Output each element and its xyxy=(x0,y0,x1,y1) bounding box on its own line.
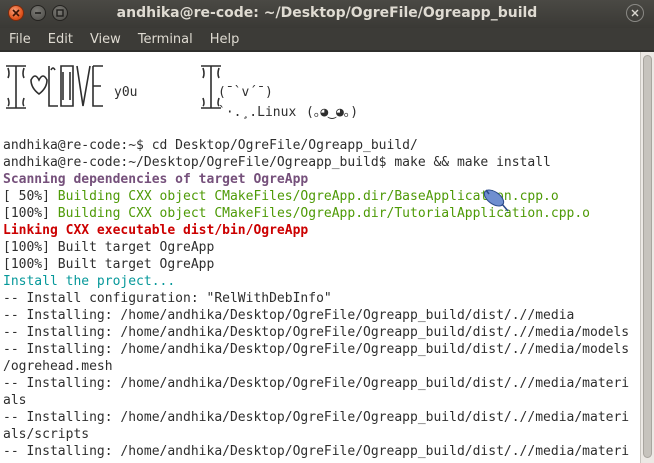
terminal-line: -- Installing: /home/andhika/Desktop/Ogr… xyxy=(3,342,630,357)
menu-edit[interactable]: Edit xyxy=(40,32,81,47)
terminal-line: Linking CXX executable dist/bin/OgreApp xyxy=(3,223,309,238)
menu-terminal[interactable]: Terminal xyxy=(130,32,201,47)
terminal-output[interactable]: y0u (¯`v´¯) `·.¸.Linux (｡◕‿◕｡) andhika@r… xyxy=(0,52,640,463)
progress-prefix: [100%] xyxy=(3,206,58,221)
terminal-line: -- Installing: /home/andhika/Desktop/Ogr… xyxy=(3,325,630,340)
banner-smiley: (｡◕‿◕｡) xyxy=(306,105,359,120)
scrollbar-thumb[interactable] xyxy=(643,55,652,458)
window-title: andhika@re-code: ~/Desktop/OgreFile/Ogre… xyxy=(116,5,538,21)
terminal-line: -- Installing: /home/andhika/Desktop/Ogr… xyxy=(3,308,575,323)
terminal-line: -- Installing: /home/andhika/Desktop/Ogr… xyxy=(3,444,630,459)
terminal-line: -- Installing: /home/andhika/Desktop/Ogr… xyxy=(3,410,630,425)
terminal-line: [ 50%] Building CXX object CMakeFiles/Og… xyxy=(3,188,559,205)
terminal-line: -- Install configuration: "RelWithDebInf… xyxy=(3,291,332,306)
title-bar[interactable]: andhika@re-code: ~/Desktop/OgreFile/Ogre… xyxy=(0,0,654,28)
terminal-line: -- Installing: /home/andhika/Desktop/Ogr… xyxy=(3,376,630,391)
banner-linux: `·.¸.Linux xyxy=(218,105,297,120)
terminal-line: Scanning dependencies of target OgreApp xyxy=(3,172,309,187)
terminal-line: [100%] Built target OgreApp xyxy=(3,240,215,255)
menu-help[interactable]: Help xyxy=(202,32,248,47)
vertical-scrollbar[interactable] xyxy=(640,52,654,463)
banner-you: y0u xyxy=(114,85,138,100)
menu-file[interactable]: File xyxy=(1,32,39,47)
menu-view[interactable]: View xyxy=(82,32,129,47)
menu-bar: File Edit View Terminal Help xyxy=(0,28,654,50)
terminal-line: andhika@re-code:~$ cd Desktop/OgreFile/O… xyxy=(3,138,418,153)
tab-close-button[interactable] xyxy=(626,4,644,22)
terminal-line: als/scripts xyxy=(3,427,90,442)
terminal-window: andhika@re-code: ~/Desktop/OgreFile/Ogre… xyxy=(0,0,654,463)
terminal-line: [100%] Built target OgreApp xyxy=(3,257,215,272)
close-icon xyxy=(631,9,639,17)
terminal-line: andhika@re-code:~/Desktop/OgreFile/Ogrea… xyxy=(3,155,551,170)
terminal-line: als xyxy=(3,393,27,408)
progress-prefix: [ 50%] xyxy=(3,189,58,204)
banner-face: (¯`v´¯) xyxy=(218,85,273,100)
terminal-line: /ogrehead.mesh xyxy=(3,359,113,374)
mouse-cursor-icon xyxy=(483,189,509,212)
terminal-line: Install the project... xyxy=(3,274,176,289)
